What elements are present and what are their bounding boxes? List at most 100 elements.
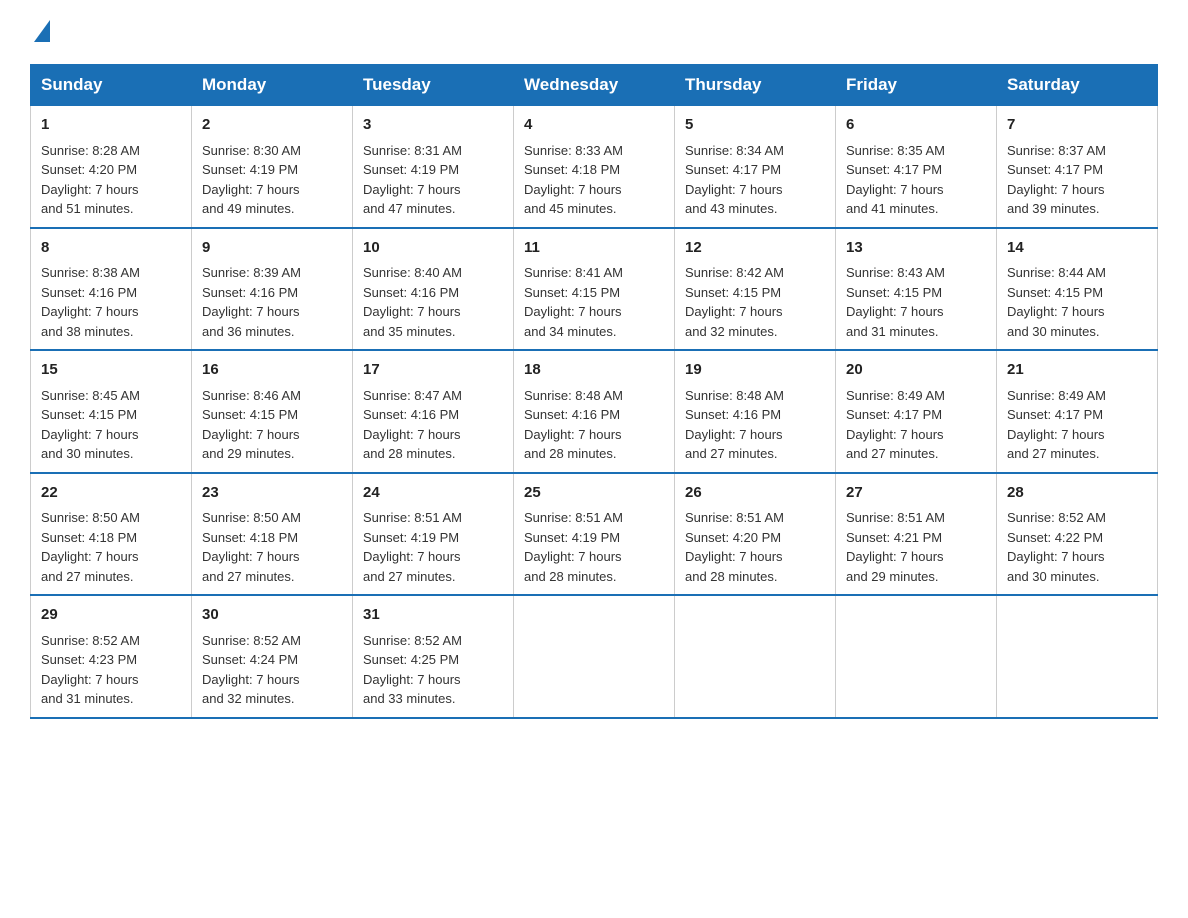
day-number: 21: [1007, 359, 1147, 382]
table-row: 6Sunrise: 8:35 AMSunset: 4:17 PMDaylight…: [836, 106, 997, 228]
logo-triangle-icon: [34, 20, 50, 42]
header-thursday: Thursday: [675, 65, 836, 106]
table-row: 13 Sunrise: 8:43 AMSunset: 4:15 PMDayligh…: [836, 228, 997, 351]
day-number: 24: [363, 482, 503, 505]
day-info-block: Sunrise: 8:41 AMSunset: 4:15 PMDaylight:…: [524, 265, 623, 339]
day-info-block: Sunrise: 8:51 AMSunset: 4:20 PMDaylight:…: [685, 510, 784, 584]
table-row: 18 Sunrise: 8:48 AMSunset: 4:16 PMDayligh…: [514, 350, 675, 473]
day-info-block: Sunrise: 8:39 AMSunset: 4:16 PMDaylight:…: [202, 265, 301, 339]
logo: [30, 20, 50, 44]
day-number: 28: [1007, 482, 1147, 505]
table-row: [514, 595, 675, 718]
day-number: 13: [846, 237, 986, 260]
table-row: [836, 595, 997, 718]
page-header: [30, 20, 1158, 44]
table-row: [997, 595, 1158, 718]
day-number: 31: [363, 604, 503, 627]
table-row: 12Sunrise: 8:42 AMSunset: 4:15 PMDayligh…: [675, 228, 836, 351]
header-sunday: Sunday: [31, 65, 192, 106]
table-row: 20 Sunrise: 8:49 AMSunset: 4:17 PMDayligh…: [836, 350, 997, 473]
day-info-block: Sunrise: 8:30 AMSunset: 4:19 PMDaylight:…: [202, 143, 301, 217]
day-info-block: Sunrise: 8:52 AMSunset: 4:25 PMDaylight:…: [363, 633, 462, 707]
calendar-week-1: 1 Sunrise: 8:28 AMSunset: 4:20 PMDaylight…: [31, 106, 1158, 228]
day-number: 3: [363, 114, 503, 137]
table-row: 10Sunrise: 8:40 AMSunset: 4:16 PMDayligh…: [353, 228, 514, 351]
day-info-block: Sunrise: 8:48 AMSunset: 4:16 PMDaylight:…: [685, 388, 784, 462]
table-row: 31 Sunrise: 8:52 AMSunset: 4:25 PMDayligh…: [353, 595, 514, 718]
day-number: 1: [41, 114, 181, 137]
table-row: 5 Sunrise: 8:34 AMSunset: 4:17 PMDaylight…: [675, 106, 836, 228]
day-info-block: Sunrise: 8:43 AMSunset: 4:15 PMDaylight:…: [846, 265, 945, 339]
day-info-block: Sunrise: 8:34 AMSunset: 4:17 PMDaylight:…: [685, 143, 784, 217]
day-number: 19: [685, 359, 825, 382]
day-number: 23: [202, 482, 342, 505]
table-row: 27 Sunrise: 8:51 AMSunset: 4:21 PMDayligh…: [836, 473, 997, 596]
day-info-block: Sunrise: 8:38 AMSunset: 4:16 PMDaylight:…: [41, 265, 140, 339]
header-wednesday: Wednesday: [514, 65, 675, 106]
day-number: 29: [41, 604, 181, 627]
day-info-block: Sunrise: 8:28 AMSunset: 4:20 PMDaylight:…: [41, 143, 140, 217]
calendar-week-3: 15 Sunrise: 8:45 AMSunset: 4:15 PMDayligh…: [31, 350, 1158, 473]
day-info-block: Sunrise: 8:33 AMSunset: 4:18 PMDaylight:…: [524, 143, 623, 217]
day-number: 7: [1007, 114, 1147, 137]
table-row: 1 Sunrise: 8:28 AMSunset: 4:20 PMDaylight…: [31, 106, 192, 228]
day-info-block: Sunrise: 8:50 AMSunset: 4:18 PMDaylight:…: [41, 510, 140, 584]
calendar-week-4: 22 Sunrise: 8:50 AMSunset: 4:18 PMDayligh…: [31, 473, 1158, 596]
table-row: [675, 595, 836, 718]
table-row: 9 Sunrise: 8:39 AMSunset: 4:16 PMDaylight…: [192, 228, 353, 351]
day-info-block: Sunrise: 8:50 AMSunset: 4:18 PMDaylight:…: [202, 510, 301, 584]
day-info-block: Sunrise: 8:47 AMSunset: 4:16 PMDaylight:…: [363, 388, 462, 462]
day-info-block: Sunrise: 8:45 AMSunset: 4:15 PMDaylight:…: [41, 388, 140, 462]
day-number: 5: [685, 114, 825, 137]
day-info-block: Sunrise: 8:44 AMSunset: 4:15 PMDaylight:…: [1007, 265, 1106, 339]
day-info-block: Sunrise: 8:37 AMSunset: 4:17 PMDaylight:…: [1007, 143, 1106, 217]
day-info-block: Sunrise: 8:49 AMSunset: 4:17 PMDaylight:…: [846, 388, 945, 462]
header-friday: Friday: [836, 65, 997, 106]
calendar-week-2: 8 Sunrise: 8:38 AMSunset: 4:16 PMDaylight…: [31, 228, 1158, 351]
header-saturday: Saturday: [997, 65, 1158, 106]
day-info-block: Sunrise: 8:51 AMSunset: 4:21 PMDaylight:…: [846, 510, 945, 584]
table-row: 28 Sunrise: 8:52 AMSunset: 4:22 PMDayligh…: [997, 473, 1158, 596]
table-row: 16Sunrise: 8:46 AMSunset: 4:15 PMDayligh…: [192, 350, 353, 473]
calendar-week-5: 29 Sunrise: 8:52 AMSunset: 4:23 PMDayligh…: [31, 595, 1158, 718]
table-row: 14Sunrise: 8:44 AMSunset: 4:15 PMDayligh…: [997, 228, 1158, 351]
day-info-block: Sunrise: 8:52 AMSunset: 4:24 PMDaylight:…: [202, 633, 301, 707]
day-number: 12: [685, 237, 825, 260]
day-number: 26: [685, 482, 825, 505]
calendar-table: Sunday Monday Tuesday Wednesday Thursday…: [30, 64, 1158, 719]
day-number: 15: [41, 359, 181, 382]
day-info-block: Sunrise: 8:40 AMSunset: 4:16 PMDaylight:…: [363, 265, 462, 339]
day-number: 6: [846, 114, 986, 137]
day-info-block: Sunrise: 8:52 AMSunset: 4:22 PMDaylight:…: [1007, 510, 1106, 584]
day-info-block: Sunrise: 8:31 AMSunset: 4:19 PMDaylight:…: [363, 143, 462, 217]
day-info-block: Sunrise: 8:51 AMSunset: 4:19 PMDaylight:…: [363, 510, 462, 584]
table-row: 22 Sunrise: 8:50 AMSunset: 4:18 PMDayligh…: [31, 473, 192, 596]
day-number: 20: [846, 359, 986, 382]
table-row: 19 Sunrise: 8:48 AMSunset: 4:16 PMDayligh…: [675, 350, 836, 473]
calendar-header: Sunday Monday Tuesday Wednesday Thursday…: [31, 65, 1158, 106]
header-monday: Monday: [192, 65, 353, 106]
day-number: 22: [41, 482, 181, 505]
day-number: 30: [202, 604, 342, 627]
table-row: 11 Sunrise: 8:41 AMSunset: 4:15 PMDayligh…: [514, 228, 675, 351]
day-number: 9: [202, 237, 342, 260]
day-number: 11: [524, 237, 664, 260]
day-info-block: Sunrise: 8:52 AMSunset: 4:23 PMDaylight:…: [41, 633, 140, 707]
table-row: 2 Sunrise: 8:30 AMSunset: 4:19 PMDaylight…: [192, 106, 353, 228]
header-tuesday: Tuesday: [353, 65, 514, 106]
day-number: 27: [846, 482, 986, 505]
table-row: 8 Sunrise: 8:38 AMSunset: 4:16 PMDaylight…: [31, 228, 192, 351]
day-number: 25: [524, 482, 664, 505]
table-row: 3 Sunrise: 8:31 AMSunset: 4:19 PMDaylight…: [353, 106, 514, 228]
day-number: 4: [524, 114, 664, 137]
table-row: 23 Sunrise: 8:50 AMSunset: 4:18 PMDayligh…: [192, 473, 353, 596]
table-row: 26 Sunrise: 8:51 AMSunset: 4:20 PMDayligh…: [675, 473, 836, 596]
day-info-block: Sunrise: 8:48 AMSunset: 4:16 PMDaylight:…: [524, 388, 623, 462]
table-row: 4 Sunrise: 8:33 AMSunset: 4:18 PMDaylight…: [514, 106, 675, 228]
day-number: 18: [524, 359, 664, 382]
table-row: 17Sunrise: 8:47 AMSunset: 4:16 PMDayligh…: [353, 350, 514, 473]
table-row: 25Sunrise: 8:51 AMSunset: 4:19 PMDayligh…: [514, 473, 675, 596]
table-row: 29 Sunrise: 8:52 AMSunset: 4:23 PMDayligh…: [31, 595, 192, 718]
day-number: 8: [41, 237, 181, 260]
day-number: 2: [202, 114, 342, 137]
